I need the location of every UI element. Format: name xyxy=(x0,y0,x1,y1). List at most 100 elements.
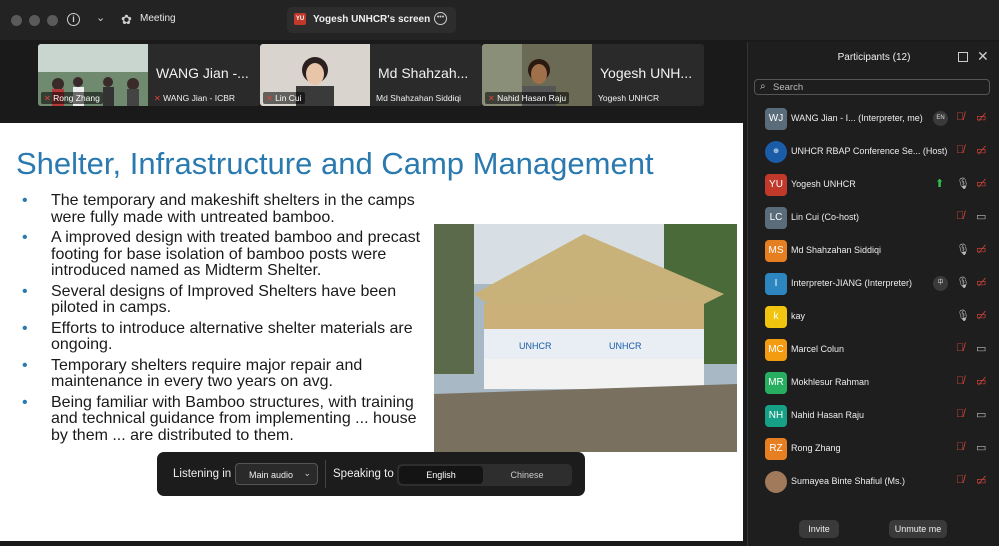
video-off-icon[interactable]: ▭̸ xyxy=(976,111,986,124)
participant-name: WANG Jian - I... (Interpreter, me) xyxy=(791,113,923,123)
participant-row[interactable]: k kay 🎙 ▭̸ xyxy=(748,302,999,332)
mic-off-icon: ✕ xyxy=(154,94,161,103)
interpretation-bar: Listening in Main audio ⌄ Speaking to En… xyxy=(157,452,585,496)
search-input[interactable] xyxy=(773,81,973,93)
video-icon[interactable]: ▭ xyxy=(976,441,986,454)
participant-row[interactable]: RZ Rong Zhang 🎙̸ ▭ xyxy=(748,434,999,464)
avatar: LC xyxy=(765,207,787,229)
screen-share-label: Yogesh UNHCR's screen xyxy=(313,14,431,25)
mic-icon[interactable]: 🎙 xyxy=(956,309,970,322)
language-option-chinese[interactable]: Chinese xyxy=(485,466,569,484)
mic-off-icon[interactable]: 🎙̸ xyxy=(956,144,964,156)
language-toggle: English Chinese xyxy=(397,464,572,486)
participant-row[interactable]: NH Nahid Hasan Raju 🎙̸ ▭ xyxy=(748,401,999,431)
video-off-icon[interactable]: ▭̸ xyxy=(976,276,986,289)
participant-row[interactable]: ⊕ UNHCR RBAP Conference Se... (Host) 🎙̸ … xyxy=(748,137,999,167)
participant-name: WANG Jian -... xyxy=(156,65,249,81)
participant-name: Yogesh UNH... xyxy=(600,65,693,81)
participant-row[interactable]: LC Lin Cui (Co-host) 🎙̸ ▭ xyxy=(748,203,999,233)
slide-bullet: • Being familiar with Bamboo structures, … xyxy=(22,393,417,444)
slide-bullets: • The temporary and makeshift shelters in… xyxy=(22,192,427,448)
mic-off-icon[interactable]: 🎙̸ xyxy=(956,408,964,420)
mic-off-icon[interactable]: 🎙̸ xyxy=(956,111,964,123)
video-tile[interactable]: ✕ Lin Cui Md Shahzah... Md Shahzahan Sid… xyxy=(260,44,482,106)
minimize-window-button[interactable] xyxy=(29,15,40,26)
mic-off-icon: ✕ xyxy=(266,94,273,103)
unhcr-logo: UNHCR xyxy=(519,341,552,351)
listening-label: Listening in xyxy=(173,468,232,480)
avatar: NH xyxy=(765,405,787,427)
popout-icon[interactable] xyxy=(958,52,968,62)
participant-subname: Md Shahzahan Siddiqi xyxy=(376,93,462,103)
close-icon[interactable]: ✕ xyxy=(977,48,989,65)
video-off-icon[interactable]: ▭̸ xyxy=(976,474,986,487)
mic-off-icon[interactable]: 🎙̸ xyxy=(956,342,964,354)
participant-row[interactable]: YU Yogesh UNHCR ⬆ 🎙 ▭̸ xyxy=(748,170,999,200)
participant-name: Lin Cui (Co-host) xyxy=(791,212,860,222)
video-off-icon[interactable]: ▭̸ xyxy=(976,177,986,190)
video-off-icon[interactable]: ▭̸ xyxy=(976,375,986,388)
mic-off-icon[interactable]: 🎙̸ xyxy=(956,474,964,486)
more-options-icon[interactable]: ••• xyxy=(434,12,447,25)
language-chip: EN xyxy=(933,111,948,126)
speaking-label: Speaking to xyxy=(333,468,394,480)
mic-icon[interactable]: 🎙 xyxy=(956,276,970,289)
participant-row[interactable]: MR Mokhlesur Rahman 🎙̸ ▭̸ xyxy=(748,368,999,398)
mic-off-icon[interactable]: 🎙̸ xyxy=(956,441,964,453)
participant-label: ✕ Lin Cui xyxy=(263,92,305,104)
audio-channel-select[interactable]: Main audio ⌄ xyxy=(235,463,318,485)
participant-name: Yogesh UNHCR xyxy=(791,179,856,189)
zoom-window-button[interactable] xyxy=(47,15,58,26)
slide-title: Shelter, Infrastructure and Camp Managem… xyxy=(16,146,654,181)
avatar xyxy=(765,471,787,493)
slide-bullet: • Efforts to introduce alternative shelte… xyxy=(22,319,413,353)
title-bar: i ⌄ ✿ Meeting YU Yogesh UNHCR's screen •… xyxy=(0,0,999,40)
chevron-down-icon[interactable]: ⌄ xyxy=(96,11,105,24)
language-option-english[interactable]: English xyxy=(399,466,483,484)
sharer-badge: YU xyxy=(294,13,306,25)
mic-off-icon: ✕ xyxy=(488,94,495,103)
close-window-button[interactable] xyxy=(11,15,22,26)
participant-subname: ✕ WANG Jian - ICBR xyxy=(154,93,236,103)
participant-row[interactable]: MS Md Shahzahan Siddiqi 🎙 ▭̸ xyxy=(748,236,999,266)
participant-row[interactable]: I Interpreter-JIANG (Interpreter) 中 🎙 ▭̸ xyxy=(748,269,999,299)
invite-button[interactable]: Invite xyxy=(799,520,839,538)
video-off-icon[interactable]: ▭̸ xyxy=(976,144,986,157)
meeting-label[interactable]: Meeting xyxy=(140,13,176,24)
slide-bullet: • The temporary and makeshift shelters in… xyxy=(22,192,415,226)
participants-panel: Participants (12) ✕ ⌕ WJ WANG Jian - I..… xyxy=(747,42,999,546)
meeting-icon: ✿ xyxy=(121,12,132,27)
language-chip: 中 xyxy=(933,276,948,291)
video-tile[interactable]: ✕ Rong Zhang WANG Jian -... ✕ WANG Jian … xyxy=(38,44,260,106)
participant-name: Rong Zhang xyxy=(791,443,841,453)
video-off-icon[interactable]: ▭̸ xyxy=(976,309,986,322)
video-icon[interactable]: ▭ xyxy=(976,342,986,355)
mic-off-icon: ✕ xyxy=(44,94,51,103)
participant-name: Md Shahzah... xyxy=(378,65,469,81)
avatar: ⊕ xyxy=(765,141,787,163)
participant-name: Md Shahzahan Siddiqi xyxy=(791,245,882,255)
video-off-icon[interactable]: ▭̸ xyxy=(976,243,986,256)
avatar: I xyxy=(765,273,787,295)
mic-icon[interactable]: 🎙 xyxy=(956,243,970,256)
info-icon[interactable]: i xyxy=(67,13,80,26)
video-icon[interactable]: ▭ xyxy=(976,210,986,223)
mic-icon[interactable]: 🎙 xyxy=(956,177,970,190)
participant-name: Marcel Colun xyxy=(791,344,845,354)
screen-share-tab[interactable]: YU Yogesh UNHCR's screen ••• xyxy=(287,7,456,33)
video-tile[interactable]: ✕ Nahid Hasan Raju Yogesh UNH... Yogesh … xyxy=(482,44,704,106)
participant-row[interactable]: MC Marcel Colun 🎙̸ ▭ xyxy=(748,335,999,365)
participant-label: ✕ Rong Zhang xyxy=(41,92,103,104)
participant-name: Nahid Hasan Raju xyxy=(791,410,865,420)
slide-bullet: • A improved design with treated bamboo a… xyxy=(22,229,421,279)
mic-off-icon[interactable]: 🎙̸ xyxy=(956,375,964,387)
unmute-me-button[interactable]: Unmute me xyxy=(889,520,947,538)
video-icon[interactable]: ▭ xyxy=(976,408,986,421)
slide-bullet: • Several designs of Improved Shelters ha… xyxy=(22,282,397,316)
video-strip: ✕ Rong Zhang WANG Jian -... ✕ WANG Jian … xyxy=(0,40,743,123)
participant-row[interactable]: Sumayea Binte Shafiul (Ms.) 🎙̸ ▭̸ xyxy=(748,467,999,497)
audio-channel-value: Main audio xyxy=(249,470,294,480)
participant-row[interactable]: WJ WANG Jian - I... (Interpreter, me) EN… xyxy=(748,104,999,134)
avatar: MR xyxy=(765,372,787,394)
mic-off-icon[interactable]: 🎙̸ xyxy=(956,210,964,222)
